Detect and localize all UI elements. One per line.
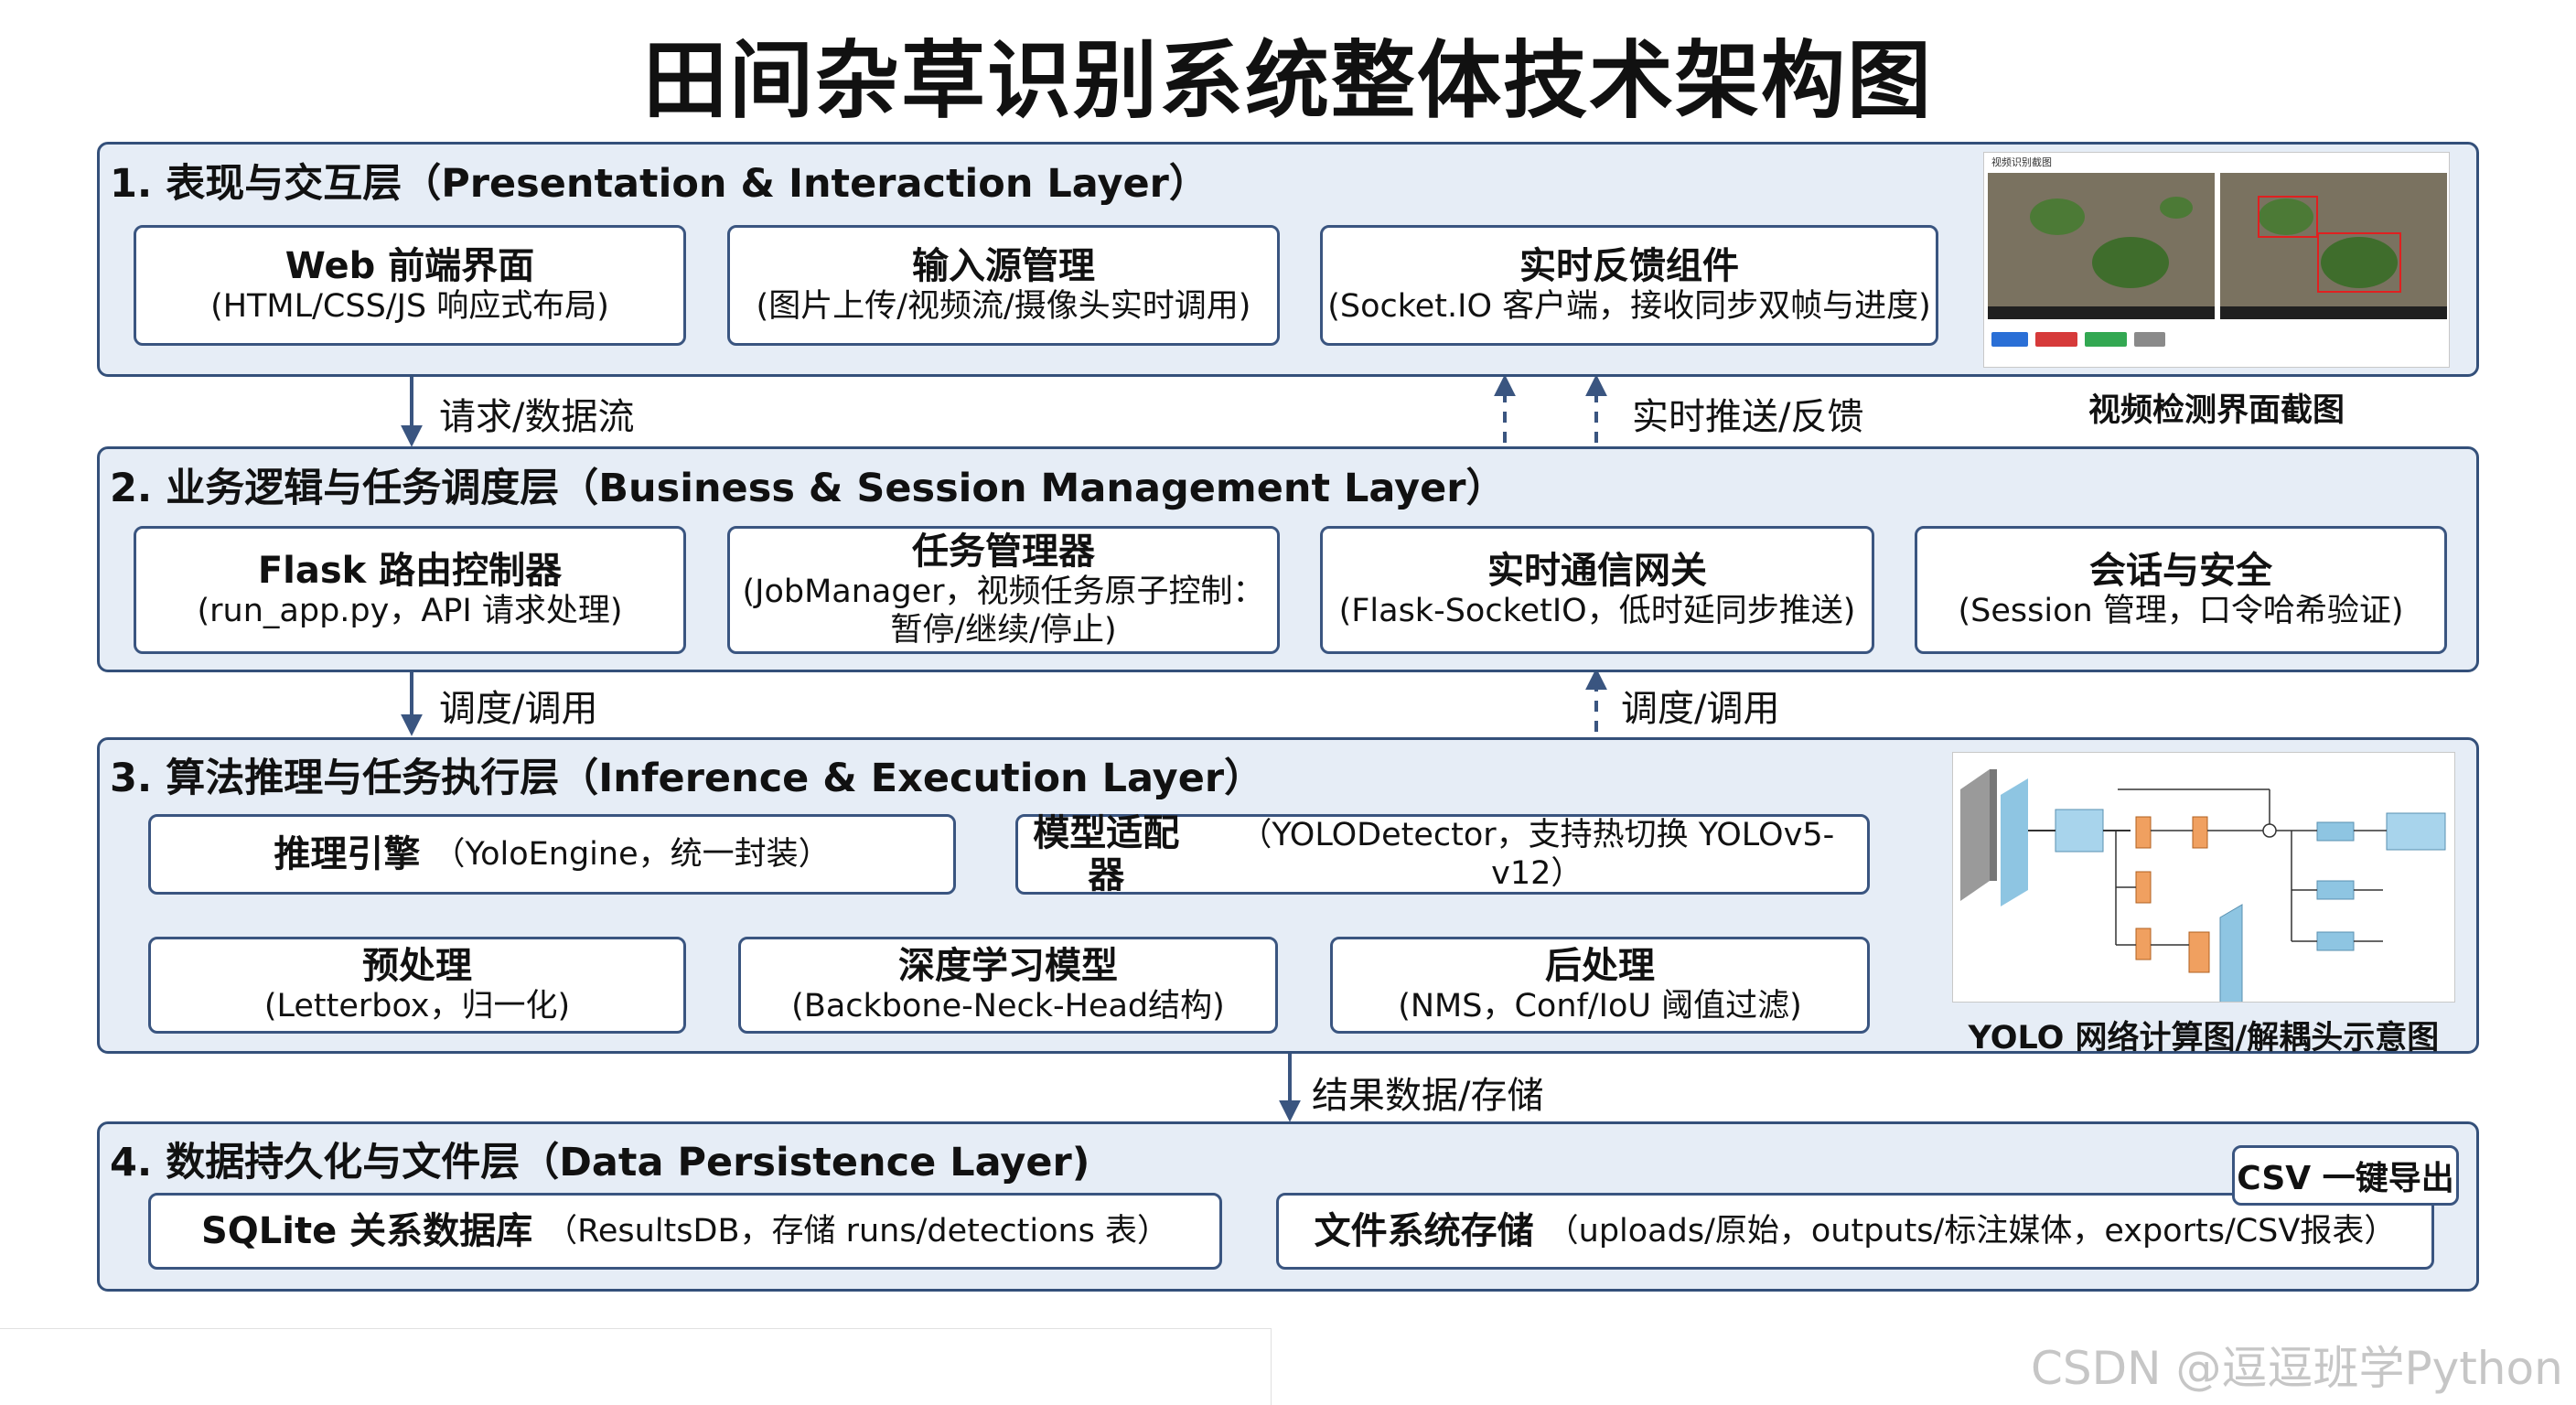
dispatch-label-right: 调度/调用 [1621,688,1780,730]
flask-router-box: Flask 路由控制器 (run_app.py，API 请求处理) [134,526,686,654]
box-title: 实时反馈组件 [1519,245,1739,287]
input-source-box: 输入源管理 (图片上传/视频流/摄像头实时调用) [727,225,1280,346]
box-title: 任务管理器 [912,531,1095,573]
box-subtitle: (HTML/CSS/JS 响应式布局) [210,288,609,325]
postprocess-box: 后处理 (NMS，Conf/IoU 阈值过滤) [1330,937,1870,1034]
box-title: 预处理 [362,945,472,987]
persistence-layer-title: 4. 数据持久化与文件层（Data Persistence Layer) [110,1140,1090,1185]
box-subtitle: (图片上传/视频流/摄像头实时调用) [756,288,1251,325]
results-label: 结果数据/存储 [1312,1075,1544,1117]
screenshot-caption: 视频检测界面截图 [2088,392,2345,429]
inference-engine-box: 推理引擎 （YoloEngine，统一封装） [148,814,956,895]
box-subtitle: (Session 管理，口令哈希验证) [1958,593,2404,629]
screenshot-button-clear [2134,332,2165,347]
box-title: 实时通信网关 [1487,550,1707,592]
deep-learning-model-box: 深度学习模型 (Backbone-Neck-Head结构) [738,937,1278,1034]
box-subtitle: (Socket.IO 客户端，接收同步双帧与进度) [1327,288,1931,325]
box-subtitle: (run_app.py，API 请求处理) [197,593,623,629]
inference-layer-title: 3. 算法推理与任务执行层（Inference & Execution Laye… [110,756,1264,801]
yolo-diagram-caption: YOLO 网络计算图/解耦头示意图 [1968,1020,2440,1056]
screenshot-button-stop [2035,332,2077,347]
sqlite-db-box: SQLite 关系数据库 （ResultsDB，存储 runs/detectio… [148,1193,1222,1270]
box-title: 文件系统存储 [1314,1210,1534,1252]
push-label: 实时推送/反馈 [1632,396,1864,438]
csv-export-tag: CSV 一键导出 [2232,1145,2459,1206]
screenshot-header: 视频识别截图 [1991,156,2052,168]
screenshot-button-start [1991,332,2028,347]
web-frontend-box: Web 前端界面 (HTML/CSS/JS 响应式布局) [134,225,686,346]
presentation-layer-title: 1. 表现与交互层（Presentation & Interaction Lay… [110,161,1208,207]
box-title: SQLite 关系数据库 [200,1210,533,1252]
box-title: 推理引擎 [274,833,421,875]
box-title: 会话与安全 [2089,550,2272,592]
dispatch-label-left: 调度/调用 [439,688,598,730]
yolo-network-diagram [1952,752,2455,1003]
box-subtitle: （YOLODetector，支持热切换 YOLOv5-v12） [1240,817,1835,892]
watermark: CSDN @逗逗班学Python [2031,1342,2563,1395]
box-title: Web 前端界面 [284,245,535,287]
box-subtitle: （uploads/原始，outputs/标注媒体，exports/CSV报表） [1546,1213,2397,1249]
yolo-network-illustration [1953,753,2454,1002]
business-layer-title: 2. 业务逻辑与任务调度层（Business & Session Managem… [110,466,1506,511]
box-subtitle: (JobManager，视频任务原子控制： [742,574,1265,610]
box-subtitle: (NMS，Conf/IoU 阈值过滤) [1398,988,1802,1024]
box-subtitle: (Letterbox，归一化) [263,988,571,1024]
realtime-gateway-box: 实时通信网关 (Flask-SocketIO，低时延同步推送) [1320,526,1874,654]
job-manager-box: 任务管理器 (JobManager，视频任务原子控制： 暂停/继续/停止) [727,526,1280,654]
box-subtitle: （YoloEngine，统一封装） [433,836,831,873]
preprocess-box: 预处理 (Letterbox，归一化) [148,937,686,1034]
box-title: 深度学习模型 [898,945,1118,987]
video-detection-screenshot: 视频识别截图 [1983,152,2450,368]
box-subtitle: (Flask-SocketIO，低时延同步推送) [1338,593,1856,629]
model-adapter-box: 模型适配器 （YOLODetector，支持热切换 YOLOv5-v12） [1015,812,1870,896]
box-title: 输入源管理 [912,245,1095,287]
box-subtitle-2: 暂停/继续/停止) [890,612,1117,649]
session-security-box: 会话与安全 (Session 管理，口令哈希验证) [1915,526,2447,654]
screenshot-illustration: 视频识别截图 [1984,153,2449,367]
box-subtitle: （ResultsDB，存储 runs/detections 表） [545,1213,1170,1249]
box-title: Flask 路由控制器 [257,550,563,592]
screenshot-button-export [2085,332,2127,347]
box-title: 模型适配器 [1033,812,1180,896]
box-subtitle: (Backbone-Neck-Head结构) [791,988,1225,1024]
box-title: 后处理 [1545,945,1655,987]
bottom-outline [0,1328,1272,1405]
realtime-feedback-box: 实时反馈组件 (Socket.IO 客户端，接收同步双帧与进度) [1320,225,1938,346]
request-label: 请求/数据流 [439,396,635,438]
